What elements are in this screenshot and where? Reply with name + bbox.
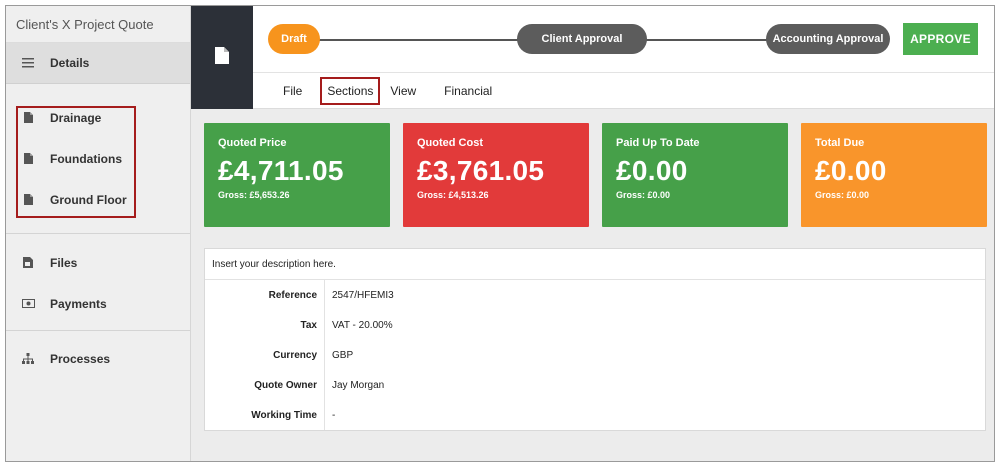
description-field[interactable]: Insert your description here. [205,249,985,280]
total-due-card: Total Due £0.00 Gross: £0.00 [801,123,987,227]
menu-view[interactable]: View [386,80,420,102]
detail-row-currency: Currency GBP [205,340,985,370]
card-label: Quoted Cost [417,137,483,149]
quoted-price-card: Quoted Price £4,711.05 Gross: £5,653.26 [204,123,390,227]
card-label: Paid Up To Date [616,137,700,149]
sidebar-item-payments[interactable]: Payments [6,283,190,324]
workflow-step-accounting-approval[interactable]: Accounting Approval [766,24,890,54]
card-label: Quoted Price [218,137,287,149]
sidebar-item-label: Files [50,255,78,270]
detail-row-tax: Tax VAT - 20.00% [205,310,985,340]
sidebar-item-ground-floor[interactable]: Ground Floor [6,179,190,220]
detail-value: - [332,409,336,421]
summary-cards: Quoted Price £4,711.05 Gross: £5,653.26 … [204,123,987,227]
sidebar-item-files[interactable]: Files [6,242,190,283]
detail-key: Reference [268,289,317,301]
details-table: Reference 2547/HFEMI3 Tax VAT - 20.00% C… [205,280,985,430]
sidebar-item-label: Foundations [50,151,122,166]
header: Draft Client Approval Accounting Approva… [253,6,994,109]
detail-key: Working Time [251,409,317,421]
file-image-icon [6,257,50,268]
menu-financial[interactable]: Financial [440,80,496,102]
sidebar-item-label: Payments [50,296,107,311]
quote-document-tile [191,6,253,109]
card-amount: £0.00 [815,155,887,186]
document-icon [6,194,50,205]
detail-row-reference: Reference 2547/HFEMI3 [205,280,985,310]
sidebar-item-label: Details [50,56,90,70]
card-gross: Gross: £5,653.26 [218,190,290,200]
workflow-step-client-approval[interactable]: Client Approval [517,24,647,54]
quoted-cost-card: Quoted Cost £3,761.05 Gross: £4,513.26 [403,123,589,227]
app-window: Client's X Project Quote Details Drainag… [5,5,995,462]
payment-icon [6,299,50,308]
sidebar-item-processes[interactable]: Processes [6,338,190,379]
detail-value: Jay Morgan [332,379,385,391]
quote-details-panel: Insert your description here. Reference … [204,248,986,431]
card-label: Total Due [815,137,865,149]
sidebar-item-drainage[interactable]: Drainage [6,97,190,138]
card-gross: Gross: £4,513.26 [417,190,489,200]
detail-row-working-time: Working Time - [205,400,985,430]
sidebar-item-label: Processes [50,351,111,366]
sitemap-icon [6,353,50,364]
document-icon [6,153,50,164]
detail-row-quote-owner: Quote Owner Jay Morgan [205,370,985,400]
detail-value: 2547/HFEMI3 [332,289,394,301]
quote-title: Client's X Project Quote [6,6,190,43]
sidebar-item-details[interactable]: Details [6,43,190,84]
column-divider [324,280,325,430]
workflow-step-draft[interactable]: Draft [268,24,320,54]
main-content: Quoted Price £4,711.05 Gross: £5,653.26 … [191,109,994,461]
detail-key: Currency [273,349,317,361]
menu-file[interactable]: File [279,80,306,102]
detail-key: Tax [300,319,318,331]
document-icon [215,46,229,69]
card-amount: £4,711.05 [218,155,344,186]
menu-sections[interactable]: Sections [320,77,381,105]
menu-icon [6,58,50,68]
sidebar-item-foundations[interactable]: Foundations [6,138,190,179]
sidebar-item-label: Ground Floor [50,192,127,207]
detail-key: Quote Owner [254,379,317,391]
detail-value: VAT - 20.00% [332,319,393,331]
menu-bar: File Sections View Financial [253,73,994,109]
paid-up-to-date-card: Paid Up To Date £0.00 Gross: £0.00 [602,123,788,227]
detail-value: GBP [332,349,354,361]
sidebar: Client's X Project Quote Details Drainag… [6,6,191,461]
card-gross: Gross: £0.00 [815,190,870,200]
card-gross: Gross: £0.00 [616,190,671,200]
sidebar-item-label: Drainage [50,110,102,125]
card-amount: £3,761.05 [417,155,545,186]
card-amount: £0.00 [616,155,688,186]
document-icon [6,112,50,123]
approval-workflow: Draft Client Approval Accounting Approva… [253,6,994,73]
approve-button[interactable]: APPROVE [903,23,978,55]
